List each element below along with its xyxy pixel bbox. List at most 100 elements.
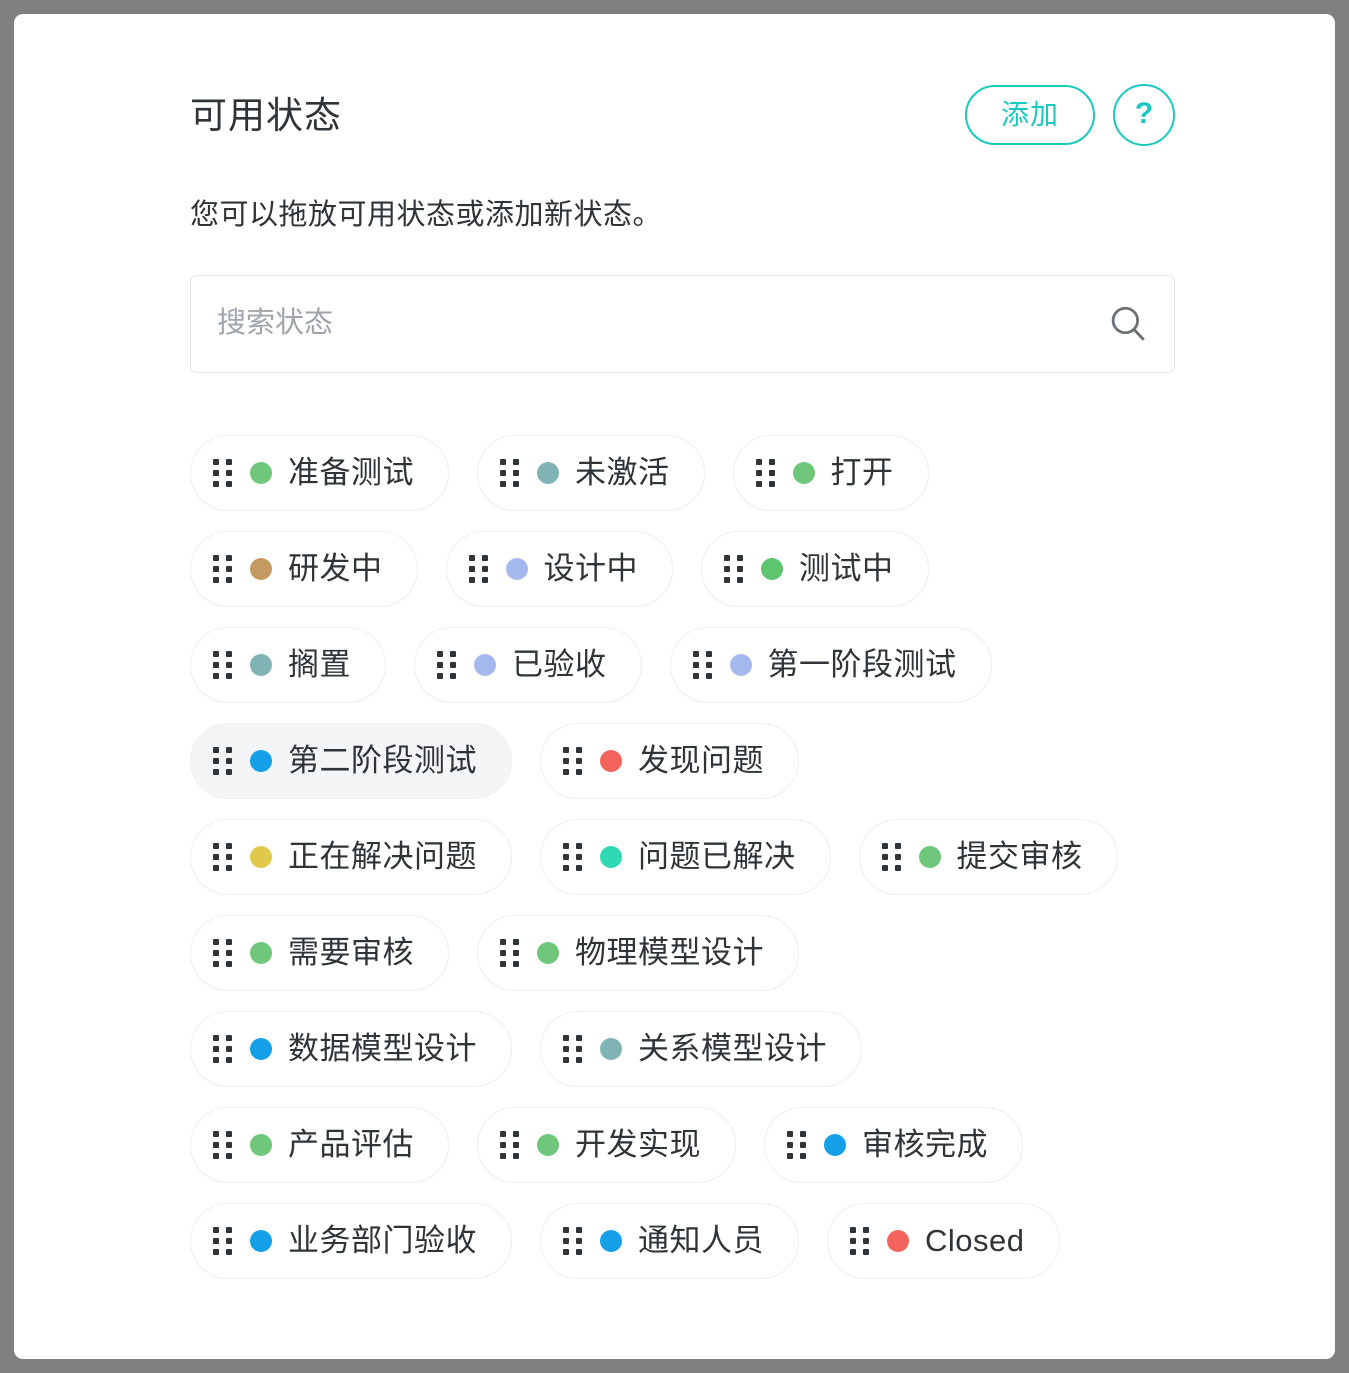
drag-handle-icon[interactable] — [468, 554, 488, 583]
drag-handle-icon[interactable] — [213, 746, 232, 775]
status-chip[interactable]: 审核完成 — [764, 1106, 1023, 1183]
drag-handle-icon[interactable] — [755, 458, 775, 487]
status-chip-label: 打开 — [830, 455, 894, 491]
drag-handle-icon[interactable] — [500, 938, 519, 967]
status-chip[interactable]: 产品评估 — [190, 1106, 449, 1183]
drag-handle-icon[interactable] — [500, 458, 519, 487]
status-chip-list: 准备测试 未激活 打开研发中 设计中 测试中搁置 已验收 第一阶段测试第二阶段测试 发现问题正… — [190, 434, 1175, 1299]
status-chip[interactable]: 开发实现 — [477, 1106, 736, 1183]
drag-handle-icon[interactable] — [213, 1130, 232, 1159]
search-field-wrapper — [190, 274, 1175, 373]
status-chip[interactable]: 发现问题 — [540, 722, 799, 799]
status-chip-label: 需要审核 — [288, 935, 414, 971]
status-chip-label: 正在解决问题 — [288, 839, 477, 875]
status-color-dot-icon — [474, 653, 496, 676]
drag-handle-icon[interactable] — [213, 554, 232, 583]
status-color-dot-icon — [250, 1037, 272, 1060]
drag-handle-icon[interactable] — [213, 1034, 232, 1063]
status-chip-label: 未激活 — [575, 455, 670, 491]
status-chip[interactable]: 提交审核 — [858, 818, 1118, 895]
status-chip[interactable]: 需要审核 — [190, 914, 449, 991]
status-color-dot-icon — [600, 845, 622, 868]
status-color-dot-icon — [537, 941, 559, 964]
drag-handle-icon[interactable] — [213, 938, 232, 967]
drag-handle-icon[interactable] — [787, 1130, 806, 1159]
status-chip-label: 发现问题 — [638, 743, 764, 779]
drag-handle-icon[interactable] — [563, 1226, 582, 1255]
status-chip[interactable]: Closed — [827, 1202, 1060, 1279]
status-chip[interactable]: 打开 — [732, 434, 929, 511]
drag-handle-icon[interactable] — [850, 1226, 869, 1255]
status-chip[interactable]: 正在解决问题 — [190, 818, 512, 895]
status-chip[interactable]: 测试中 — [701, 530, 929, 607]
status-chip-label: 已验收 — [512, 647, 607, 683]
status-color-dot-icon — [600, 749, 622, 772]
add-status-button[interactable]: 添加 — [964, 84, 1095, 146]
drag-handle-icon[interactable] — [692, 650, 712, 679]
status-color-dot-icon — [250, 557, 272, 580]
status-color-dot-icon — [918, 845, 941, 868]
status-chip-label: 提交审核 — [956, 839, 1083, 875]
status-chip[interactable]: 数据模型设计 — [190, 1010, 512, 1087]
search-status-input[interactable] — [190, 274, 1175, 373]
card-header: 可用状态 添加 ? — [190, 78, 1175, 152]
status-color-dot-icon — [250, 749, 272, 772]
status-color-dot-icon — [600, 1229, 622, 1252]
drag-handle-icon[interactable] — [563, 842, 582, 871]
status-color-dot-icon — [729, 653, 752, 676]
drag-handle-icon[interactable] — [213, 842, 232, 871]
page-title: 可用状态 — [190, 94, 342, 136]
drag-handle-icon[interactable] — [213, 1226, 232, 1255]
status-chip-label: 产品评估 — [288, 1127, 414, 1163]
drag-handle-icon[interactable] — [881, 842, 901, 871]
status-chip-label: 第一阶段测试 — [767, 647, 957, 683]
status-chip-row: 准备测试 未激活 打开 — [190, 434, 1175, 511]
status-chip[interactable]: 业务部门验收 — [190, 1202, 512, 1279]
status-color-dot-icon — [250, 461, 272, 484]
status-chip[interactable]: 未激活 — [477, 434, 705, 511]
drag-handle-icon[interactable] — [563, 1034, 582, 1063]
status-chip[interactable]: 问题已解决 — [540, 818, 831, 895]
status-chip-row: 研发中 设计中 测试中 — [190, 530, 1175, 607]
status-chip-row: 第二阶段测试 发现问题 — [190, 722, 1175, 799]
status-chip-label: Closed — [925, 1223, 1025, 1259]
status-chip[interactable]: 准备测试 — [190, 434, 449, 511]
status-color-dot-icon — [505, 557, 528, 580]
drag-handle-icon[interactable] — [213, 650, 232, 679]
status-color-dot-icon — [537, 1133, 559, 1156]
status-chip[interactable]: 已验收 — [414, 626, 642, 703]
status-color-dot-icon — [250, 941, 272, 964]
status-chip-label: 设计中 — [543, 551, 638, 587]
status-chip[interactable]: 关系模型设计 — [540, 1010, 862, 1087]
drag-handle-icon[interactable] — [563, 746, 582, 775]
status-color-dot-icon — [792, 461, 815, 484]
drag-handle-icon[interactable] — [500, 1130, 519, 1159]
status-chip[interactable]: 设计中 — [445, 530, 673, 607]
status-chip[interactable]: 物理模型设计 — [477, 914, 799, 991]
status-chip-row: 需要审核 物理模型设计 — [190, 914, 1175, 991]
subtitle-text: 您可以拖放可用状态或添加新状态。 — [190, 199, 663, 231]
status-chip[interactable]: 第二阶段测试 — [190, 722, 512, 799]
status-chip-row: 正在解决问题 问题已解决 提交审核 — [190, 818, 1175, 895]
help-question-icon[interactable]: ? — [1113, 84, 1175, 146]
status-chip-label: 准备测试 — [288, 455, 414, 491]
status-color-dot-icon — [761, 557, 783, 580]
status-chip-row: 数据模型设计 关系模型设计 — [190, 1010, 1175, 1087]
drag-handle-icon[interactable] — [437, 650, 456, 679]
status-chip-label: 关系模型设计 — [638, 1031, 827, 1067]
status-chip-label: 问题已解决 — [638, 839, 796, 875]
search-icon[interactable] — [1107, 303, 1149, 345]
status-color-dot-icon — [537, 461, 559, 484]
status-chip[interactable]: 搁置 — [190, 626, 386, 703]
drag-handle-icon[interactable] — [724, 554, 743, 583]
header-actions: 添加 ? — [964, 84, 1175, 146]
status-chip-label: 审核完成 — [862, 1127, 988, 1163]
status-chip[interactable]: 第一阶段测试 — [669, 626, 992, 703]
drag-handle-icon[interactable] — [213, 458, 232, 487]
status-chip-label: 业务部门验收 — [288, 1223, 477, 1259]
status-chip-row: 搁置 已验收 第一阶段测试 — [190, 626, 1175, 703]
status-color-dot-icon — [600, 1037, 622, 1060]
status-chip[interactable]: 研发中 — [190, 530, 418, 607]
status-chip[interactable]: 通知人员 — [540, 1202, 799, 1279]
status-chip-label: 通知人员 — [638, 1223, 764, 1259]
